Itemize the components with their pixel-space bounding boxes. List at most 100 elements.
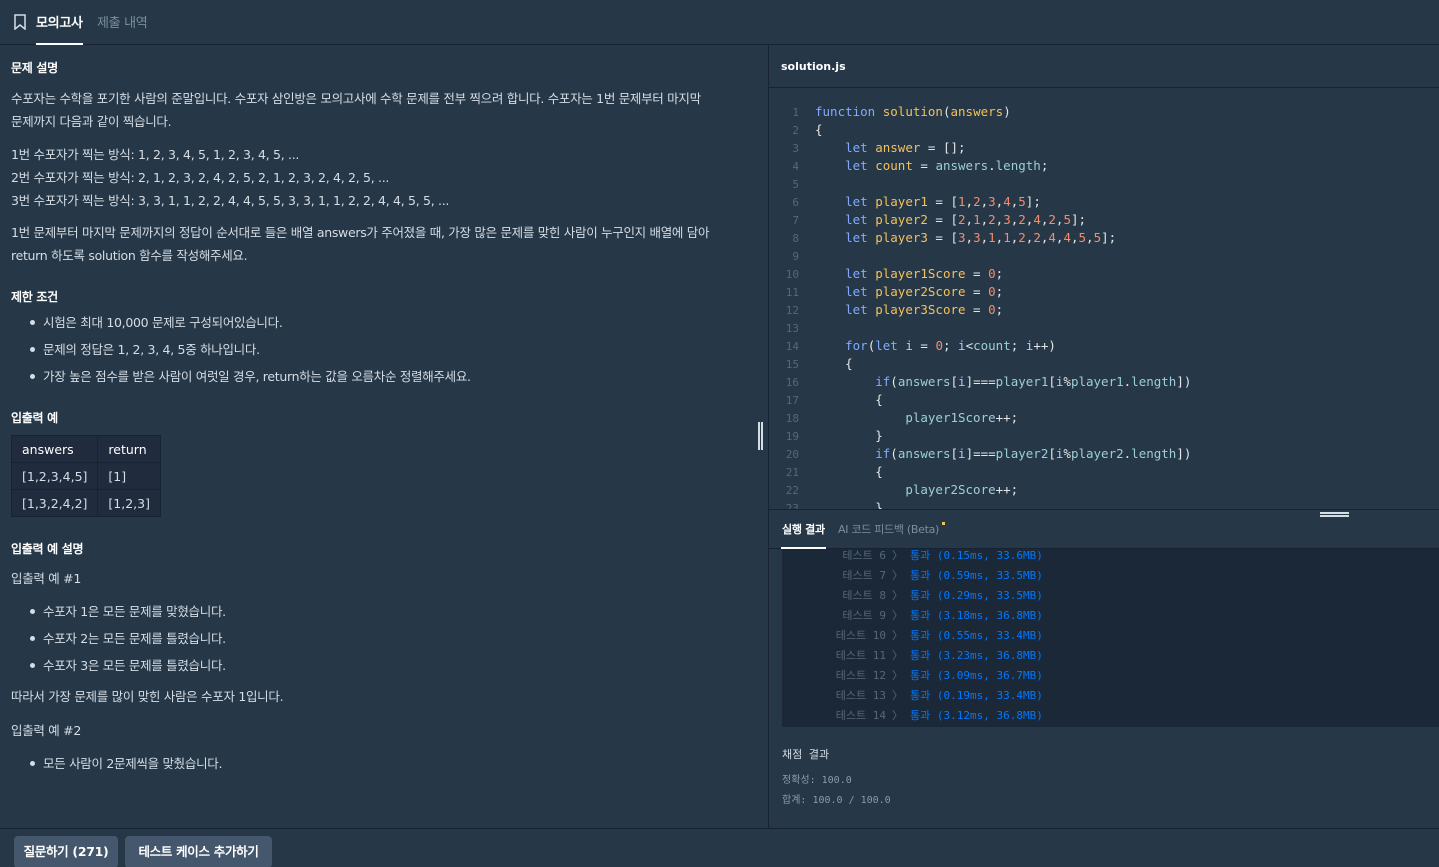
code-line[interactable]: 12 let player3Score = 0; (769, 301, 1003, 319)
code-line[interactable]: 15 { (769, 355, 853, 373)
code-line[interactable]: 2{ (769, 121, 822, 139)
bookmark-icon[interactable] (14, 14, 26, 30)
chevron-right-icon: 〉 (892, 669, 903, 682)
line-number: 19 (785, 430, 799, 443)
chevron-right-icon: 〉 (892, 709, 903, 722)
code-line[interactable]: 3 let answer = []; (769, 139, 965, 157)
table-cell: [1] (97, 462, 161, 490)
test-result: 통과 (0.19ms, 33.4MB) (910, 689, 1043, 702)
tab-submissions[interactable]: 제출 내역 (97, 12, 148, 31)
io-example-table: answers return [1,2,3,4,5] [1] [1,3,2,4,… (10, 435, 161, 517)
chevron-right-icon: 〉 (892, 569, 903, 582)
example-2-list: 모든 사람이 2문제씩을 맞췄습니다. (30, 750, 222, 777)
test-result: 통과 (3.23ms, 36.8MB) (910, 649, 1043, 662)
ask-question-button[interactable]: 질문하기 (271) (14, 836, 118, 867)
table-cell: [1,3,2,4,2] (10, 489, 99, 517)
code-line[interactable]: 8 let player3 = [3,3,1,1,2,2,4,4,5,5]; (769, 229, 1116, 247)
code-text: function solution(answers) (815, 104, 1011, 119)
description-line: 1번 문제부터 마지막 문제까지의 정답이 순서대로 들은 배열 answers… (11, 225, 710, 240)
table-row: [1,2,3,4,5] [1] (10, 462, 161, 490)
line-number: 10 (785, 268, 799, 281)
code-text: if(answers[i]===player2[i%player2.length… (875, 446, 1192, 461)
example-1-title: 입출력 예 #1 (11, 571, 81, 586)
line-number: 9 (792, 250, 799, 263)
code-line[interactable]: 1 function solution(answers) (769, 103, 1010, 121)
line-number: 20 (785, 448, 799, 461)
top-tab-bar: 모의고사 제출 내역 (0, 0, 1439, 45)
new-badge-dot (942, 522, 945, 525)
code-line[interactable]: 9 (769, 247, 799, 265)
tab-run-results[interactable]: 실행 결과 (781, 521, 826, 549)
code-line[interactable]: 10 let player1Score = 0; (769, 265, 1003, 283)
code-text: { (815, 464, 883, 479)
line-number: 18 (785, 412, 799, 425)
test-name: 테스트 14 (835, 709, 886, 722)
tab-ai-feedback[interactable]: AI 코드 피드백 (Beta) (838, 521, 939, 537)
list-item: 수포자 2는 모든 문제를 틀렸습니다. (30, 625, 226, 652)
line-number: 5 (792, 178, 799, 191)
line-number: 13 (785, 322, 799, 335)
horizontal-resize-handle[interactable] (1320, 512, 1349, 518)
line-number: 2 (792, 124, 799, 137)
code-line[interactable]: 6 let player1 = [1,2,3,4,5]; (769, 193, 1040, 211)
line-number: 8 (792, 232, 799, 245)
code-editor[interactable]: 1 function solution(answers) 2{3 let answe… (769, 89, 1439, 509)
line-number: 4 (792, 160, 799, 173)
table-cell: [1,2,3] (97, 489, 161, 517)
total-score: 합계: 100.0 / 100.0 (782, 795, 891, 806)
description-line: return 하도록 solution 함수를 작성해주세요. (11, 248, 248, 263)
line-number: 17 (785, 394, 799, 407)
code-text: if(answers[i]===player1[i%player1.length… (875, 374, 1192, 389)
code-line[interactable]: 13 (769, 319, 799, 337)
code-text: } (815, 428, 883, 443)
table-header: return (97, 435, 161, 463)
chevron-right-icon: 〉 (892, 549, 903, 562)
code-line[interactable]: 14 for(let i = 0; i<count; i++) (769, 337, 1056, 355)
io-description-heading: 입출력 예 설명 (11, 542, 84, 556)
code-text: let player2Score = 0; (845, 284, 1004, 299)
code-line[interactable]: 7 let player2 = [2,1,2,3,2,4,2,5]; (769, 211, 1086, 229)
score-title: 채점 결과 (782, 748, 830, 761)
line-number: 7 (792, 214, 799, 227)
tab-exam[interactable]: 모의고사 (36, 12, 83, 45)
test-result: 통과 (3.12ms, 36.8MB) (910, 709, 1043, 722)
constraints-heading: 제한 조건 (11, 290, 58, 304)
code-line[interactable]: 18 player1Score++; (769, 409, 1018, 427)
code-line[interactable]: 11 let player2Score = 0; (769, 283, 1003, 301)
code-line[interactable]: 21 { (769, 463, 883, 481)
code-line[interactable]: 17 { (769, 391, 883, 409)
test-name: 테스트 6 (842, 549, 886, 562)
example-1-list: 수포자 1은 모든 문제를 맞혔습니다. 수포자 2는 모든 문제를 틀렸습니다… (30, 598, 226, 679)
line-number: 22 (785, 484, 799, 497)
line-number: 12 (785, 304, 799, 317)
list-item: 시험은 최대 10,000 문제로 구성되어있습니다. (30, 309, 471, 336)
code-text: player2Score++; (905, 482, 1019, 497)
chevron-right-icon: 〉 (892, 629, 903, 642)
code-line[interactable]: 20 if(answers[i]===player2[i%player2.len… (769, 445, 1192, 463)
bottom-action-bar: 질문하기 (271) 테스트 케이스 추가하기 (0, 828, 1439, 867)
description-line: 문제까지 다음과 같이 찍습니다. (11, 114, 172, 129)
test-result: 통과 (3.09ms, 36.7MB) (910, 669, 1043, 682)
code-line[interactable]: 16 if(answers[i]===player1[i%player1.len… (769, 373, 1192, 391)
code-line[interactable]: 19 } (769, 427, 883, 445)
line-number: 1 (792, 106, 799, 119)
code-text: let player3Score = 0; (845, 302, 1004, 317)
code-line[interactable]: 23 } (769, 499, 883, 509)
test-result: 통과 (0.59ms, 33.5MB) (910, 569, 1043, 582)
code-line[interactable]: 22 player2Score++; (769, 481, 1018, 499)
description-paragraph-1: 수포자는 수학을 포기한 사람의 준말입니다. 수포자 삼인방은 모의고사에 수… (11, 87, 741, 133)
test-name: 테스트 8 (842, 589, 886, 602)
add-testcase-button[interactable]: 테스트 케이스 추가하기 (125, 836, 272, 867)
list-item: 수포자 1은 모든 문제를 맞혔습니다. (30, 598, 226, 625)
test-name: 테스트 7 (842, 569, 886, 582)
line-number: 21 (785, 466, 799, 479)
code-text: let player1Score = 0; (845, 266, 1004, 281)
test-name: 테스트 12 (835, 669, 886, 682)
list-item: 수포자 3은 모든 문제를 틀렸습니다. (30, 652, 226, 679)
code-line[interactable]: 4 let count = answers.length; (769, 157, 1048, 175)
vertical-resize-handle[interactable] (758, 422, 766, 450)
code-line[interactable]: 5 (769, 175, 799, 193)
code-text: let player3 = [3,3,1,1,2,2,4,4,5,5]; (845, 230, 1117, 245)
code-text: { (815, 122, 823, 137)
table-header: answers (10, 435, 99, 463)
